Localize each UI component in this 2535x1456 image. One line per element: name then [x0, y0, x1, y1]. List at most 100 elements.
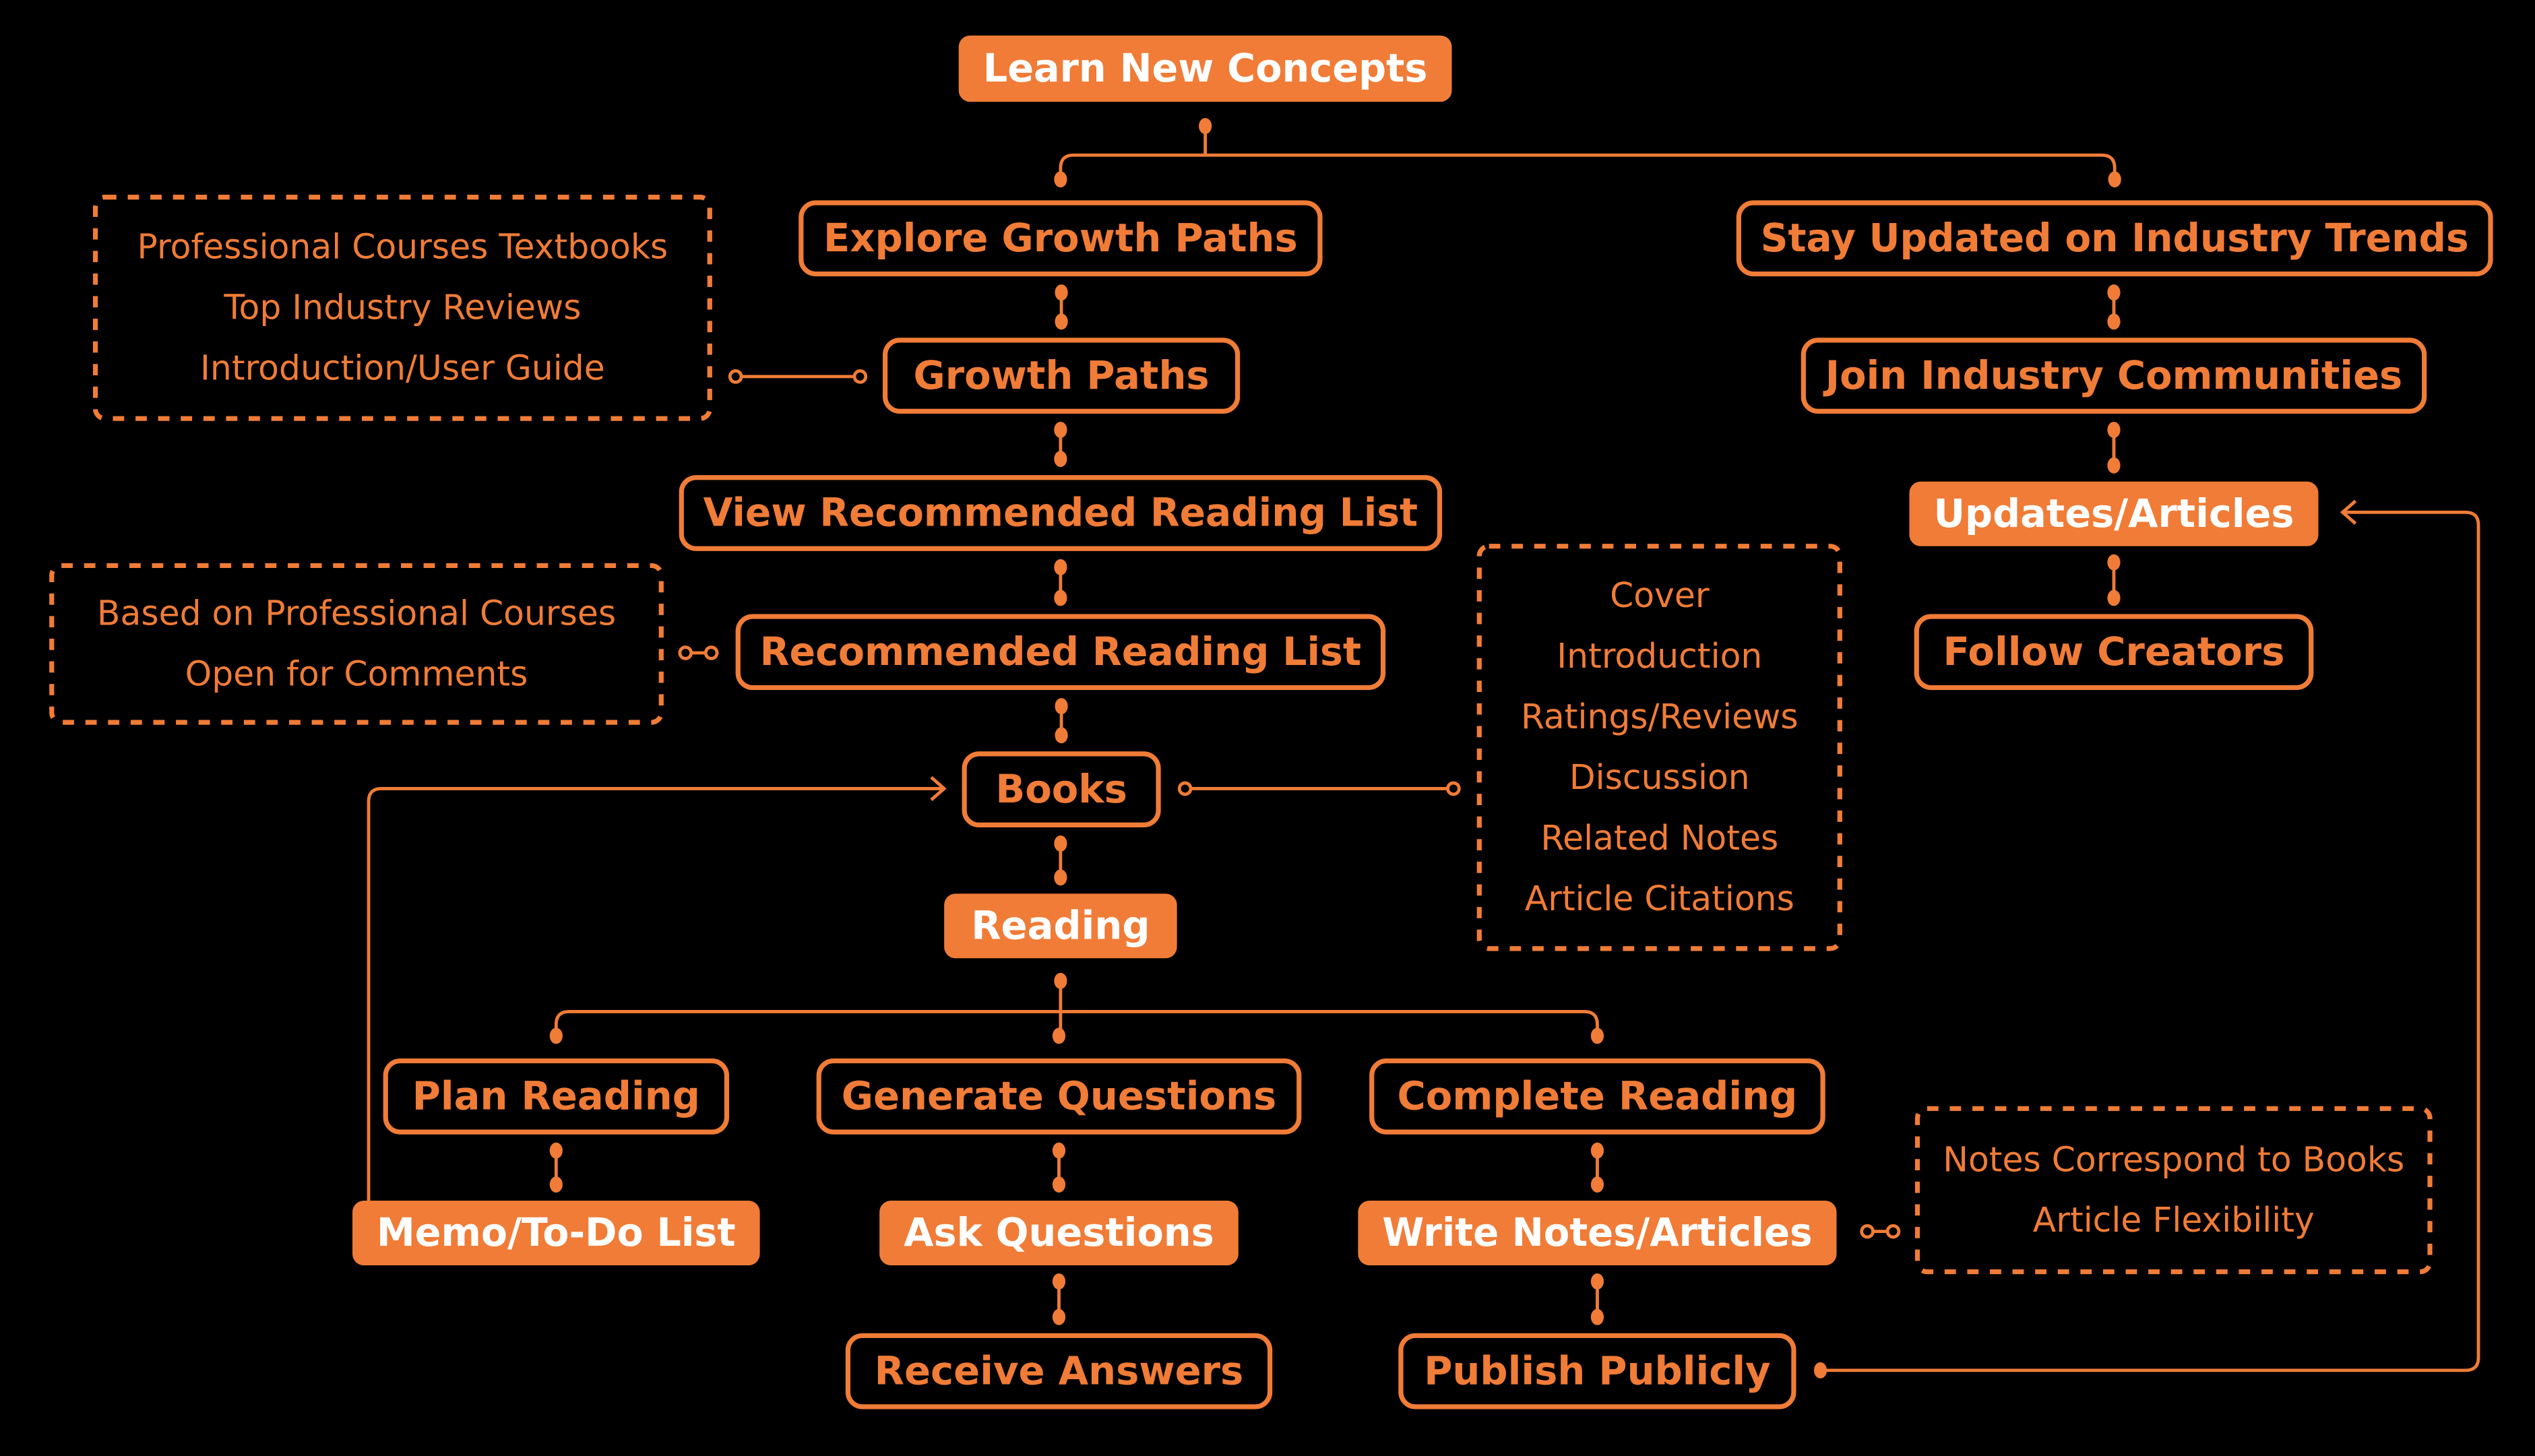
- connector-books-notes: [1177, 781, 1461, 796]
- connector-viewlist-reclist: [1054, 559, 1067, 606]
- connector-dot: [1054, 451, 1067, 468]
- arrow-memo-to-books: [367, 776, 947, 1201]
- connector-dot: [1055, 313, 1068, 330]
- connector-reclist-notes: [678, 645, 719, 660]
- connector-dot: [1052, 1142, 1066, 1159]
- connector-explore-growth: [1055, 284, 1068, 330]
- node-stay[interactable]: Stay Updated on Industry Trends: [1736, 200, 2493, 277]
- node-label: Learn New Concepts: [983, 46, 1428, 91]
- connector-dot: [2108, 171, 2121, 188]
- node-follow[interactable]: Follow Creators: [1914, 614, 2314, 691]
- node-label: Reading: [971, 904, 1150, 949]
- connector-dot: [549, 1176, 563, 1193]
- connector-dot: [1054, 869, 1067, 886]
- note-line: Article Flexibility: [2033, 1200, 2315, 1240]
- node-label: Write Notes/Articles: [1382, 1210, 1812, 1255]
- connector-dot: [1052, 1027, 1066, 1044]
- connector-dot: [1054, 171, 1067, 188]
- node-label: Recommended Reading List: [760, 629, 1362, 674]
- connector-dot: [1590, 1142, 1604, 1159]
- connector-write-notes: [1860, 1224, 1901, 1239]
- node-books[interactable]: Books: [962, 751, 1161, 828]
- connector-ring: [1860, 1224, 1875, 1239]
- node-join[interactable]: Join Industry Communities: [1801, 338, 2427, 414]
- connector-ask-receive: [1052, 1273, 1066, 1325]
- connector-dot: [2107, 554, 2121, 571]
- note-line: Introduction/User Guide: [200, 348, 605, 388]
- note-line: Top Industry Reviews: [223, 288, 581, 327]
- connector-ring: [852, 369, 868, 384]
- note-line: Professional Courses Textbooks: [137, 227, 668, 267]
- connector-dot: [1052, 1308, 1066, 1325]
- connector-genq-ask: [1052, 1142, 1066, 1193]
- connector-dot: [1590, 1027, 1604, 1044]
- connector-dot: [2107, 421, 2121, 438]
- node-label: Explore Growth Paths: [823, 216, 1298, 261]
- connector-dot: [1054, 835, 1067, 852]
- branch-reading: [549, 972, 1604, 1044]
- connector-dot: [549, 1027, 563, 1044]
- node-label: View Recommended Reading List: [703, 490, 1418, 536]
- note-line: Cover: [1610, 575, 1710, 615]
- note-line: Notes Correspond to Books: [1943, 1139, 2404, 1179]
- node-reclist[interactable]: Recommended Reading List: [735, 614, 1386, 691]
- node-label: Plan Reading: [412, 1074, 700, 1119]
- connector-ring: [728, 369, 743, 384]
- node-label: Publish Publicly: [1424, 1348, 1770, 1393]
- connector-dot: [1054, 590, 1067, 606]
- connector-dot: [1590, 1308, 1604, 1325]
- connector-updates-follow: [2107, 554, 2121, 606]
- note-line: Open for Comments: [185, 654, 528, 694]
- connector-dot: [2107, 284, 2121, 301]
- node-label: Updates/Articles: [1933, 491, 2294, 536]
- connector-dot: [549, 1142, 563, 1159]
- node-receive[interactable]: Receive Answers: [845, 1333, 1273, 1410]
- connector-dot: [1054, 421, 1067, 438]
- node-memo[interactable]: Memo/To-Do List: [352, 1201, 760, 1265]
- node-growth[interactable]: Growth Paths: [882, 338, 1241, 414]
- connector-stay-join: [2107, 284, 2121, 330]
- connector-reclist-books: [1055, 698, 1068, 744]
- connector-dot: [1054, 559, 1067, 575]
- node-explore[interactable]: Explore Growth Paths: [799, 200, 1323, 277]
- node-label: Growth Paths: [913, 353, 1209, 398]
- connector-complete-write: [1590, 1142, 1604, 1193]
- note-books-notes: Cover Introduction Ratings/Reviews Discussi…: [1476, 544, 1842, 951]
- note-line: Ratings/Reviews: [1521, 697, 1798, 736]
- connector-dot: [1055, 284, 1068, 301]
- node-plan[interactable]: Plan Reading: [383, 1058, 730, 1135]
- note-write-notes: Notes Correspond to Books Article Flexibi…: [1914, 1106, 2433, 1275]
- connector-dot: [1055, 727, 1068, 744]
- node-updates[interactable]: Updates/Articles: [1909, 481, 2319, 546]
- node-reading[interactable]: Reading: [944, 893, 1177, 959]
- node-label: Stay Updated on Industry Trends: [1761, 216, 2469, 261]
- connector-dot: [2107, 457, 2121, 474]
- connector-dot: [1590, 1273, 1604, 1290]
- note-line: Article Citations: [1525, 879, 1794, 918]
- node-label: Generate Questions: [842, 1074, 1276, 1119]
- node-label: Receive Answers: [875, 1348, 1244, 1393]
- node-ask[interactable]: Ask Questions: [879, 1201, 1239, 1265]
- node-label: Follow Creators: [1943, 629, 2284, 674]
- node-label: Join Industry Communities: [1823, 353, 2403, 398]
- node-learn[interactable]: Learn New Concepts: [958, 35, 1452, 102]
- branch-learn: [1054, 118, 2121, 188]
- note-line: Related Notes: [1540, 818, 1778, 858]
- node-viewlist[interactable]: View Recommended Reading List: [679, 475, 1443, 551]
- note-line: Discussion: [1569, 757, 1750, 797]
- node-label: Books: [995, 767, 1127, 812]
- node-label: Ask Questions: [904, 1210, 1214, 1255]
- node-genq[interactable]: Generate Questions: [816, 1058, 1302, 1135]
- connector-ring: [678, 645, 693, 660]
- connector-growth-viewlist: [1054, 421, 1067, 468]
- connector-dot: [1055, 698, 1068, 715]
- connectors-layer: [367, 118, 2480, 1379]
- connector-dot: [1590, 1176, 1604, 1193]
- node-complete[interactable]: Complete Reading: [1369, 1058, 1825, 1135]
- connector-ring: [1885, 1224, 1901, 1239]
- connector-dot: [2107, 590, 2121, 606]
- node-publish[interactable]: Publish Publicly: [1398, 1333, 1796, 1410]
- node-write[interactable]: Write Notes/Articles: [1358, 1201, 1837, 1265]
- connector-dot: [1052, 1176, 1066, 1193]
- note-line: Introduction: [1557, 636, 1762, 676]
